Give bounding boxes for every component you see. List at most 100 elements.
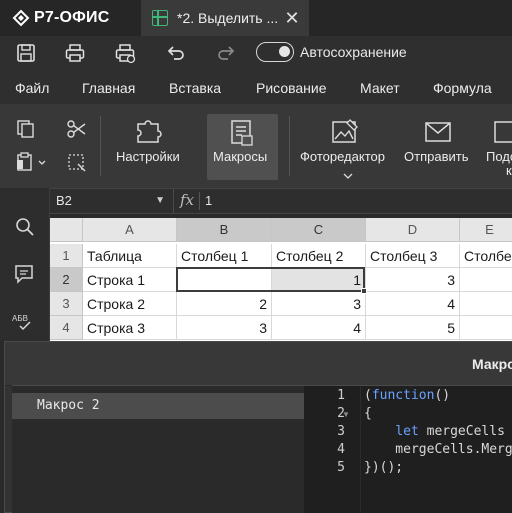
fold-arrow-icon[interactable]: ▼	[342, 410, 350, 419]
column-header-e[interactable]: E	[460, 218, 512, 242]
cell-b1[interactable]: Столбец 1	[177, 244, 272, 268]
name-box-value: B2	[56, 193, 72, 208]
cell-d3[interactable]: 4	[366, 292, 460, 316]
toggle-knob	[279, 46, 290, 57]
cell-a3[interactable]: Строка 2	[83, 292, 177, 316]
cell-e2[interactable]	[460, 268, 512, 292]
macro-list[interactable]: Макрос 2	[12, 385, 304, 513]
row-header-4[interactable]: 4	[50, 316, 83, 340]
cell-b3[interactable]: 2	[177, 292, 272, 316]
next-plugin-label-line2: к	[506, 163, 512, 178]
photo-editor-icon[interactable]	[330, 118, 360, 151]
code-keyword: let	[395, 424, 419, 439]
plugin-settings-icon[interactable]	[132, 114, 166, 153]
next-plugin-label[interactable]: Подс	[486, 149, 512, 164]
dialog-header: Макро	[5, 342, 512, 386]
spellcheck-icon[interactable]: АБВ	[12, 312, 36, 337]
cell-c2[interactable]: 1	[272, 268, 366, 292]
cell-d4[interactable]: 5	[366, 316, 460, 340]
macro-list-item[interactable]: Макрос 2	[12, 393, 304, 419]
formula-input[interactable]: 1	[205, 193, 212, 208]
row-header-1[interactable]: 1	[50, 244, 83, 268]
line-number: 1	[337, 388, 345, 403]
cell-a1[interactable]: Таблица	[83, 244, 177, 268]
cell-d1[interactable]: Столбец 3	[366, 244, 460, 268]
fill-handle[interactable]	[361, 288, 367, 294]
column-header-d[interactable]: D	[366, 218, 460, 242]
cell-a2[interactable]: Строка 1	[83, 268, 177, 292]
cut-icon[interactable]	[66, 118, 88, 145]
photo-editor-label[interactable]: Фоторедактор	[300, 149, 385, 164]
line-number: 3	[337, 424, 345, 439]
settings-label[interactable]: Настройки	[116, 149, 180, 164]
code-line[interactable]: (function()	[364, 388, 450, 403]
code-line[interactable]: {	[364, 406, 372, 421]
line-number: 4	[337, 442, 345, 457]
column-header-a[interactable]: A	[83, 218, 177, 242]
document-tab-title: *2. Выделить ...	[177, 10, 279, 26]
column-header-b[interactable]: B	[177, 218, 272, 242]
chevron-down-icon[interactable]	[343, 167, 353, 185]
next-plugin-icon[interactable]	[493, 118, 512, 151]
redo-icon[interactable]	[215, 42, 237, 64]
save-icon[interactable]	[15, 42, 37, 64]
tab-formula[interactable]: Формула	[433, 80, 492, 96]
dialog-title: Макро	[472, 356, 512, 372]
cell-b4[interactable]: 3	[177, 316, 272, 340]
line-number: 5	[337, 460, 345, 475]
cell-d2[interactable]: 3	[366, 268, 460, 292]
autosave-toggle[interactable]	[256, 42, 294, 62]
cell-e1[interactable]: Столбе	[460, 244, 512, 268]
macros-dialog: Макро Макрос 2 1 2 ▼ 3 4 5 (function() {…	[4, 341, 512, 513]
undo-icon[interactable]	[165, 42, 187, 64]
select-all-corner[interactable]	[50, 218, 83, 242]
tab-draw[interactable]: Рисование	[256, 80, 327, 96]
divider	[199, 192, 200, 210]
cell-a4[interactable]: Строка 3	[83, 316, 177, 340]
comments-icon[interactable]	[13, 263, 35, 290]
macros-icon[interactable]	[228, 118, 256, 153]
close-tab-icon[interactable]: ✕	[283, 9, 301, 27]
quick-print-icon[interactable]	[114, 42, 136, 64]
ribbon-separator	[289, 116, 290, 176]
copy-icon[interactable]	[15, 118, 37, 145]
code-line[interactable]: mergeCells.Merg	[364, 442, 512, 457]
chevron-down-icon[interactable]: ▼	[155, 195, 165, 206]
r7-logo-icon	[12, 9, 30, 27]
function-icon[interactable]: fx	[180, 191, 194, 209]
cell-c1[interactable]: Столбец 2	[272, 244, 366, 268]
cell-e3[interactable]	[460, 292, 512, 316]
paste-icon[interactable]	[15, 151, 49, 178]
app-logo: Р7-ОФИС	[12, 8, 109, 28]
line-number-gutter: 1 2 ▼ 3 4 5	[304, 386, 361, 513]
macros-label[interactable]: Макросы	[213, 149, 267, 164]
select-all-icon[interactable]	[66, 152, 88, 179]
tab-home[interactable]: Главная	[82, 80, 135, 96]
document-tab[interactable]: *2. Выделить ... ✕	[141, 0, 309, 36]
row-header-3[interactable]: 3	[50, 292, 83, 316]
title-bar: Р7-ОФИС *2. Выделить ... ✕	[0, 0, 512, 36]
name-box[interactable]: B2 ▼	[50, 189, 174, 213]
tab-insert[interactable]: Вставка	[169, 80, 221, 96]
code-line[interactable]: })();	[364, 460, 403, 475]
tab-file[interactable]: Файл	[15, 80, 49, 96]
cell-b2[interactable]	[177, 268, 272, 292]
ribbon-separator	[100, 116, 101, 176]
spreadsheet-icon	[152, 10, 168, 26]
svg-text:АБВ: АБВ	[12, 314, 28, 323]
email-icon[interactable]	[424, 120, 452, 149]
cell-c4[interactable]: 4	[272, 316, 366, 340]
app-name: Р7-ОФИС	[34, 9, 110, 26]
code-editor[interactable]: 1 2 ▼ 3 4 5 (function() { let mergeCells…	[304, 385, 512, 513]
send-label[interactable]: Отправить	[404, 149, 468, 164]
tab-layout[interactable]: Макет	[360, 80, 400, 96]
code-line[interactable]: let mergeCells	[364, 424, 505, 439]
search-icon[interactable]	[14, 216, 36, 243]
column-header-c[interactable]: C	[272, 218, 366, 242]
cell-e4[interactable]	[460, 316, 512, 340]
spreadsheet-grid[interactable]: A B C D E 1 Таблица Столбец 1 Столбец 2 …	[50, 218, 512, 341]
row-header-2[interactable]: 2	[50, 268, 83, 292]
print-icon[interactable]	[64, 42, 86, 64]
cell-c3[interactable]: 3	[272, 292, 366, 316]
code-keyword: function	[371, 388, 435, 403]
